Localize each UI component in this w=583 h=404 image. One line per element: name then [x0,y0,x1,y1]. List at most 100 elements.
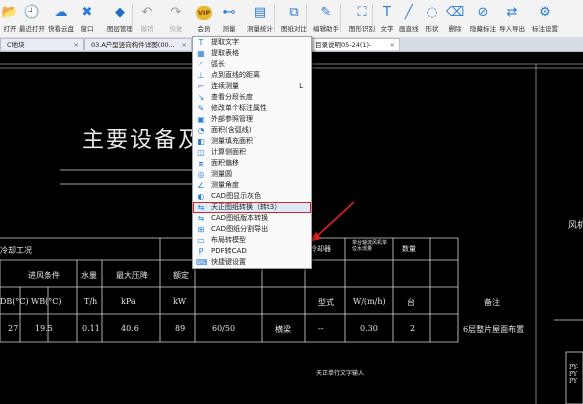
line-icon: ╱ [404,5,413,20]
toolbar-button-window[interactable]: ✖ 窗口 [79,2,95,35]
toolbar-button-label: 标注设置 [532,25,558,33]
toolbar-button-label: 形状 [425,25,439,33]
menu-item-point-line-distance[interactable]: ⊥ 点到直线的距离 [193,70,311,81]
menu-item-label: 连续测量 [211,82,239,90]
toolbar-button-label: 隐藏标注 [470,25,496,33]
angle-icon: ∠ [197,181,205,190]
tab-label: C地块 [7,41,25,49]
tab-catalog-notes[interactable]: 目录说明05-24(1)- × [310,38,400,50]
right-partial-box: PY- PY PY [569,364,579,385]
toolbar-button-label: 编辑助手 [313,25,339,33]
eraser-icon: ⌫ [445,5,465,20]
close-icon[interactable]: × [74,39,79,50]
menu-item-continuous-measure[interactable]: ⌐ 连续测量 L [193,81,311,92]
close-icon[interactable]: × [390,39,395,50]
menu-item-split-export[interactable]: ⊞ CAD图纸分割导出 [193,224,311,235]
annotation-settings-icon: ⚙ [539,5,551,20]
menu-item-arc-length[interactable]: ◜ 弧长 [193,59,311,70]
toolbar-button-layers[interactable]: ◆ 图层管理 [107,2,133,35]
data-dash: -- [318,324,324,333]
menu-item-version-convert[interactable]: ⇋ CAD图纸版本转换 [193,213,311,224]
menu-item-label: 外部参照管理 [211,115,253,123]
layers-icon: ◆ [115,5,125,20]
menu-item-tangent-convert[interactable]: ⇆ 天正图纸转换（转t3） [193,202,311,213]
menu-item-segment-length[interactable]: ↘ 查看分段长度 [193,92,311,103]
extract-text-icon: T [198,38,204,47]
toolbar-button-label: 图层管理 [107,25,133,33]
menu-item-angle[interactable]: ∠ 测量角度 [193,180,311,191]
toolbar-button-hide[interactable]: ⊘ 隐藏标注 [470,2,496,35]
toolbar-separator [306,4,307,32]
data-db: 27 [8,324,19,333]
toolbar-button-line[interactable]: ╱ 画直线 [399,2,419,35]
toolbar-button-undo[interactable]: ↶ 撤销 [139,2,155,35]
menu-item-extract-table[interactable]: ▦ 提取表格 [193,48,311,59]
extract-table-icon: ▦ [197,49,205,58]
toolbar-button-text[interactable]: T 文字 [379,2,395,35]
data-th: 0.11 [82,324,100,333]
toolbar-button-vip[interactable]: VIP 会员 [196,2,212,35]
unit-th: T/h [84,297,98,306]
menu-item-layout-model[interactable]: ▭ 布局转模型 [193,235,311,246]
toolbar-button-label: 画直线 [399,25,419,33]
menu-item-side-area[interactable]: ◫ 计算侧面积 [193,147,311,158]
toolbar-button-measure[interactable]: ⊷ 测量 [221,2,237,35]
menu-item-gray-display[interactable]: ◐ CAD图显示灰色 [193,191,311,202]
version-convert-icon: ⇋ [197,214,205,223]
header-cooler: 冷却器 [310,245,331,253]
menu-item-label: 快捷键设置 [211,258,246,266]
menu-item-extract-text[interactable]: T 提取文字 [193,37,311,48]
menu-item-label: 测量角度 [211,181,239,189]
fill-area-icon: ◧ [197,137,205,146]
unit-wmh: W/(m/h) [353,297,386,306]
toolbar-button-label: 测量统计 [247,25,273,33]
header-water: 水量 [81,271,97,280]
menu-item-edit-annotation[interactable]: ✎ 修改单个标注属性 [193,103,311,114]
toolbar-button-edit-assistant[interactable]: ✎ 编辑助手 [313,2,339,35]
menu-item-label: 提取表格 [211,49,239,57]
menu-item-pdf-cad[interactable]: P PDF转CAD [193,246,311,257]
toolbar-button-label: 删除 [448,25,462,33]
close-icon[interactable]: × [182,39,187,50]
area-arc-icon: ◔ [197,126,205,135]
menu-item-shortcut-settings[interactable]: ⌨ 快捷键设置 [193,257,311,268]
toolbar-button-stats[interactable]: ▤ 测量统计 [247,2,273,35]
menu-item-area-offset[interactable]: ⧈ 面积偏移 [193,158,311,169]
toolbar-button-redo[interactable]: ↷ 恢复 [168,2,184,35]
menu-item-xref[interactable]: ▣ 外部参照管理 [193,114,311,125]
shape-icon: ◌ [426,5,438,20]
toolbar-button-label: 快看云盘 [48,25,74,33]
arc-length-icon: ◜ [199,60,203,69]
toolbar-button-folder[interactable]: 📂 打开 [2,2,18,35]
clock-icon: 🕘 [23,5,41,20]
menu-item-label: 查看分段长度 [211,93,253,101]
edit-annotation-icon: ✎ [197,104,205,113]
menu-item-fill-area[interactable]: ◧ 测量填充面积 [193,136,311,147]
menu-item-circle-measure[interactable]: ◎ 测量圆 [193,169,311,180]
toolbar-button-compare[interactable]: ⧉ 图纸对比 [281,2,307,35]
menu-item-area-arc[interactable]: ◔ 面积(含弧线) [193,125,311,136]
text-icon: T [383,5,391,20]
toolbar-button-label: 文字 [380,25,394,33]
toolbar-button-clock[interactable]: 🕘 最近打开 [19,2,45,35]
toolbar-button-eraser[interactable]: ⌫ 删除 [445,2,465,35]
toolbar-button-import-export[interactable]: ⇄ 导入导出 [499,2,525,35]
tab-c-block[interactable]: C地块 × [0,38,84,50]
menu-item-label: 测量填充面积 [211,137,253,145]
gray-display-icon: ◐ [197,192,205,201]
footer-note: 天正单行文字输入 [316,370,365,377]
toolbar-button-label: 测量 [222,25,236,33]
toolbar-button-cloud[interactable]: ☁ 快看云盘 [48,2,74,35]
toolbar-button-label: 会员 [197,25,211,33]
tab-wall-detail[interactable]: 03.A户型竖向构件详图(00... × [84,38,192,50]
menu-item-label: 布局转模型 [211,236,246,244]
toolbar-button-label: 恢复 [169,25,183,33]
toolbar-button-shape[interactable]: ◌ 形状 [424,2,440,35]
tab-label: 目录说明05-24(1)- [315,41,372,49]
continuous-measure-icon: ⌐ [197,82,205,91]
menu-item-label: CAD图纸版本转换 [211,214,269,222]
header-rated: 额定 [173,271,189,280]
toolbar-button-label: 导入导出 [499,25,525,33]
toolbar-button-annotation-settings[interactable]: ⚙ 标注设置 [532,2,558,35]
segment-length-icon: ↘ [197,93,205,102]
